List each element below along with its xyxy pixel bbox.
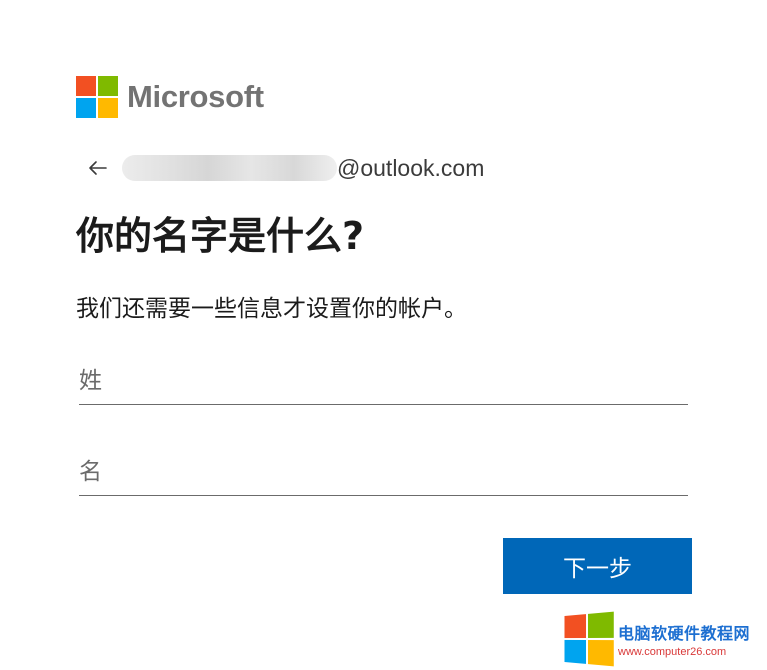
logo-square-blue <box>76 98 96 118</box>
identity-banner: @outlook.com <box>86 150 484 186</box>
microsoft-logo: Microsoft <box>76 76 264 118</box>
flag-square-yellow <box>587 640 614 667</box>
flag-square-green <box>587 611 614 638</box>
logo-square-red <box>76 76 96 96</box>
logo-square-green <box>98 76 118 96</box>
windows-flag-icon <box>564 611 614 667</box>
flag-square-red <box>564 614 587 639</box>
logo-square-yellow <box>98 98 118 118</box>
email-masked-blur <box>122 155 337 181</box>
page-title: 你的名字是什么? <box>76 214 365 258</box>
watermark-text: 电脑软硬件教程网 www.computer26.com <box>618 620 750 658</box>
email-domain: @outlook.com <box>337 154 485 181</box>
page-subtitle: 我们还需要一些信息才设置你的帐户。 <box>76 296 467 322</box>
windows-logo-icon <box>76 76 118 118</box>
arrow-left-icon[interactable] <box>86 156 110 180</box>
last-name-input[interactable] <box>79 358 688 405</box>
logo-wordmark: Microsoft <box>127 79 264 114</box>
next-button[interactable]: 下一步 <box>503 538 692 594</box>
watermark-url: www.computer26.com <box>618 646 727 658</box>
watermark: 电脑软硬件教程网 www.computer26.com <box>562 611 750 667</box>
first-name-input[interactable] <box>79 449 688 496</box>
watermark-name: 电脑软硬件教程网 <box>618 624 751 643</box>
flag-square-blue <box>564 639 587 664</box>
